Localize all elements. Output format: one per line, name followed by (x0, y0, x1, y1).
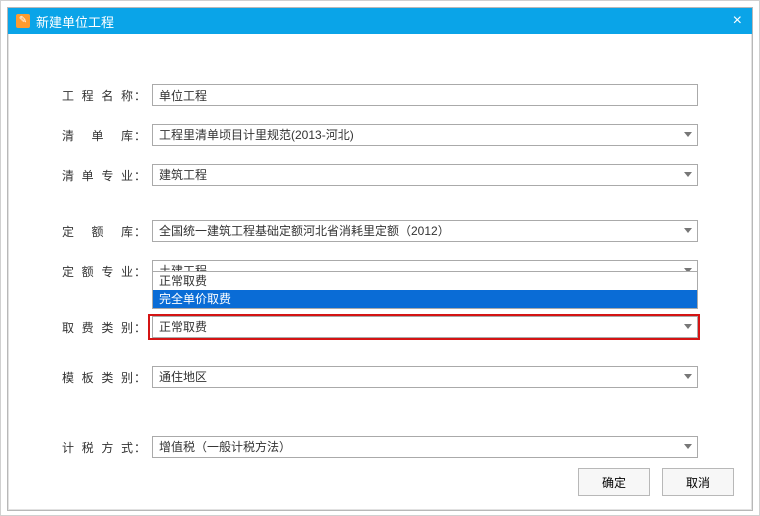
chevron-down-icon (684, 324, 692, 329)
close-icon[interactable]: × (733, 12, 742, 30)
label-de-spec: 定额专业 (62, 263, 134, 280)
titlebar: ✎ 新建单位工程 × (8, 8, 752, 34)
label-tpl-type: 模板类别 (62, 369, 134, 386)
chevron-down-icon (684, 228, 692, 233)
chevron-down-icon (684, 132, 692, 137)
row-tpl-type: 模板类别 ： 通住地区 (62, 366, 698, 388)
qd-lib-combo[interactable]: 工程里清单顷目计里规范(2013-河北) (152, 124, 698, 146)
fee-type-dropdown: 正常取费 完全单价取费 (152, 271, 698, 309)
tpl-type-combo[interactable]: 通住地区 (152, 366, 698, 388)
cancel-button[interactable]: 取消 (662, 468, 734, 496)
qd-spec-combo[interactable]: 建筑工程 (152, 164, 698, 186)
ok-button[interactable]: 确定 (578, 468, 650, 496)
dialog-footer: 确定 取消 (578, 468, 734, 496)
label-fee-type: 取费类别 (62, 319, 134, 336)
dialog-body: 工程名称 ： 清 单 库 ： 工程里清单顷目计里规范(2013-河北) 清单专业… (8, 34, 752, 458)
app-icon: ✎ (16, 14, 30, 28)
chevron-down-icon (684, 172, 692, 177)
dialog-title: 新建单位工程 (36, 12, 114, 31)
label-project-name: 工程名称 (62, 87, 134, 104)
chevron-down-icon (684, 444, 692, 449)
row-de-lib: 定 额 库 ： 全国统一建筑工程基础定额河北省消耗里定额（2012） (62, 220, 698, 242)
row-tax-method: 计税方式 ： 增值税（一般计税方法） (62, 436, 698, 458)
row-fee-type: 取费类别 ： 正常取费 (62, 316, 698, 338)
row-qd-spec: 清单专业 ： 建筑工程 (62, 164, 698, 186)
tax-method-combo[interactable]: 增值税（一般计税方法） (152, 436, 698, 458)
label-qd-lib: 清 单 库 (62, 127, 134, 144)
label-tax-method: 计税方式 (62, 439, 134, 456)
project-name-input[interactable] (152, 84, 698, 106)
fee-type-combo[interactable]: 正常取费 (152, 316, 698, 338)
window-frame: ✎ 新建单位工程 × 工程名称 ： 清 单 库 ： 工程里清单顷目计里规范(20… (0, 0, 760, 516)
dropdown-list: 正常取费 完全单价取费 (152, 271, 698, 309)
label-de-lib: 定 额 库 (62, 223, 134, 240)
de-lib-combo[interactable]: 全国统一建筑工程基础定额河北省消耗里定额（2012） (152, 220, 698, 242)
dropdown-option[interactable]: 正常取费 (153, 272, 697, 290)
row-qd-lib: 清 单 库 ： 工程里清单顷目计里规范(2013-河北) (62, 124, 698, 146)
dropdown-option-selected[interactable]: 完全单价取费 (153, 290, 697, 308)
dialog: ✎ 新建单位工程 × 工程名称 ： 清 单 库 ： 工程里清单顷目计里规范(20… (7, 7, 753, 511)
row-project-name: 工程名称 ： (62, 84, 698, 106)
chevron-down-icon (684, 374, 692, 379)
label-qd-spec: 清单专业 (62, 167, 134, 184)
